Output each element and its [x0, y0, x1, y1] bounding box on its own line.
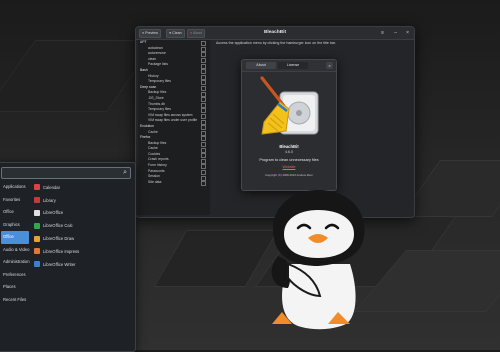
- category-list: Applications Favorites Office Graphics Offic…: [1, 181, 30, 307]
- app-item[interactable]: Library: [34, 194, 129, 207]
- tree-item-label: Temporary files: [148, 107, 171, 112]
- search-input[interactable]: ⌕: [1, 167, 131, 179]
- minimize-icon[interactable]: –: [394, 29, 397, 37]
- category-item[interactable]: Office: [1, 231, 29, 244]
- category-item[interactable]: Places: [1, 281, 29, 294]
- tree-item-label: Evolution: [140, 123, 154, 128]
- tree-item-label: Site data: [148, 179, 162, 184]
- about-app-name: BleachBit: [279, 144, 299, 149]
- category-item[interactable]: Preferences: [1, 269, 29, 282]
- app-item[interactable]: LibreOffice: [34, 207, 129, 220]
- category-item[interactable]: Recent Files: [1, 294, 29, 307]
- app-icon: [34, 261, 40, 268]
- background-shard: [400, 160, 500, 217]
- tree-item-label: Cookies: [148, 151, 161, 156]
- close-icon[interactable]: ×: [406, 29, 409, 37]
- app-icon: [34, 248, 40, 255]
- cleaner-tree[interactable]: APT autoclean autoremove clean Package lists…: [138, 40, 210, 215]
- tree-item-label: Form history: [148, 163, 167, 168]
- app-label: LibreOffice Impress: [43, 248, 80, 254]
- app-item[interactable]: LibreOffice Writer: [34, 258, 129, 271]
- tree-item-label: VIM swap files across system: [148, 112, 193, 117]
- background-shard: [0, 40, 158, 112]
- tree-item-label: APT: [140, 40, 147, 44]
- about-copyright: Copyright (C) 2008-2023 Andrew Ziem: [265, 173, 313, 177]
- tree-item-label: VIM swap files under user profile: [148, 118, 198, 123]
- app-icon: [34, 197, 40, 204]
- tree-item-label: Passwords: [148, 168, 165, 173]
- application-menu: ⌕ Applications Favorites Office Graphics Off…: [0, 162, 136, 352]
- category-item[interactable]: Office: [1, 206, 29, 219]
- app-label: Calendar: [43, 184, 60, 190]
- category-item[interactable]: Graphics: [1, 219, 29, 232]
- search-icon: ⌕: [123, 169, 127, 176]
- tree-item-label: Bash: [140, 67, 148, 72]
- app-label: LibreOffice: [43, 210, 64, 216]
- penguin-mascot: [271, 190, 365, 330]
- app-item[interactable]: LibreOffice Impress: [34, 245, 129, 258]
- tree-item-label: autoremove: [148, 51, 166, 56]
- tree-item-label: .DS_Store: [148, 95, 164, 100]
- close-button[interactable]: ×: [326, 62, 333, 69]
- tree-checkbox[interactable]: [201, 181, 206, 187]
- tree-item-label: Deep scan: [140, 84, 157, 89]
- tree-item-label: Backup files: [148, 140, 167, 145]
- category-item[interactable]: Applications: [1, 181, 29, 194]
- tree-item-label: Crash reports: [148, 157, 169, 162]
- broom-icon: [260, 76, 319, 135]
- app-label: Library: [43, 197, 56, 203]
- about-dialog: About License × BleachBit 4.6.0 Program …: [241, 59, 337, 191]
- tree-item[interactable]: Site data: [138, 179, 210, 187]
- tree-item-label: clean: [148, 56, 157, 61]
- category-item[interactable]: Administration: [1, 256, 30, 269]
- app-icon: [34, 209, 40, 216]
- tree-item-label: Backup files: [148, 90, 167, 95]
- about-description: Program to clean unnecessary files: [259, 158, 319, 162]
- tree-item-label: Session: [148, 174, 161, 179]
- about-dialog-header: About License ×: [242, 60, 336, 72]
- tree-item-label: History: [148, 73, 159, 78]
- hamburger-menu-icon[interactable]: ≡: [381, 29, 384, 37]
- app-item[interactable]: Calendar: [34, 181, 129, 194]
- category-item[interactable]: Audio & Video: [1, 244, 29, 257]
- tree-item-label: Thumbs.db: [148, 101, 165, 106]
- tab-license[interactable]: License: [278, 62, 308, 69]
- app-label: LibreOffice Draw: [43, 236, 75, 242]
- app-icon: [34, 222, 40, 229]
- tree-item-label: autoclean: [148, 45, 163, 50]
- title-bar: ● Preview ● Clean ● Abort BleachBit ≡ – …: [136, 27, 414, 40]
- tree-item-label: Temporary files: [148, 79, 171, 84]
- app-item[interactable]: LibreOffice Draw: [34, 232, 129, 245]
- app-icon: [34, 235, 40, 242]
- window-title: BleachBit: [263, 30, 287, 35]
- tab-about[interactable]: About: [246, 62, 276, 69]
- tree-item-label: Cache: [148, 129, 158, 134]
- app-label: LibreOffice Calc: [43, 223, 73, 229]
- menu-hint-text: Access the application menu by clicking …: [216, 41, 336, 45]
- app-list: Calendar Library LibreOffice LibreOffice Ca…: [34, 181, 129, 271]
- website-link[interactable]: Website: [242, 165, 336, 169]
- category-item[interactable]: Favorites: [1, 194, 29, 207]
- tree-item-label: Cache: [148, 146, 158, 151]
- about-version: 4.6.0: [285, 150, 293, 154]
- tree-item-label: Package lists: [148, 62, 168, 67]
- app-icon: [34, 184, 40, 191]
- app-label: LibreOffice Writer: [43, 261, 76, 267]
- app-item[interactable]: LibreOffice Calc: [34, 219, 129, 232]
- tree-item-label: Firefox: [140, 135, 151, 140]
